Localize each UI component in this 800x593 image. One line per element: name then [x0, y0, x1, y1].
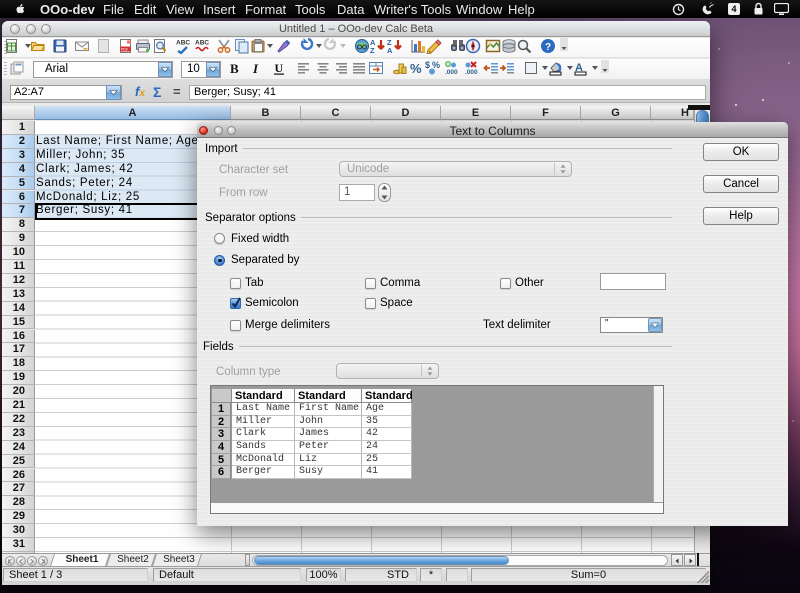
- svg-text:U: U: [275, 61, 284, 75]
- svg-text:Z: Z: [370, 46, 375, 54]
- svg-text:A: A: [387, 46, 393, 54]
- svg-text:$: $: [425, 60, 430, 70]
- svg-text:PDF: PDF: [121, 48, 129, 52]
- svg-text:I: I: [252, 61, 259, 76]
- svg-text:%: %: [410, 61, 422, 76]
- svg-text:?: ?: [545, 42, 551, 53]
- svg-text:ABC: ABC: [195, 40, 209, 47]
- svg-text:.000: .000: [465, 69, 478, 76]
- svg-text:%: %: [432, 60, 440, 70]
- svg-text:ABC: ABC: [176, 40, 190, 47]
- svg-text:.000: .000: [445, 69, 458, 76]
- svg-text:B: B: [230, 61, 239, 76]
